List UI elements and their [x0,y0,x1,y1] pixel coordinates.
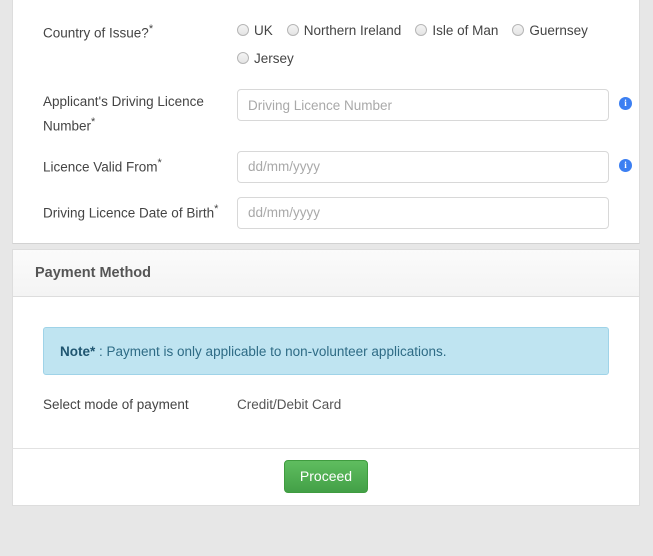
radio-circle-icon[interactable] [287,24,299,36]
licence-valid-from-label: Licence Valid From* [29,151,237,178]
radio-option-northern-ireland-label: Northern Ireland [304,23,402,38]
radio-circle-icon[interactable] [512,24,524,36]
licence-valid-from-required-asterisk: * [158,157,162,169]
proceed-button[interactable]: Proceed [284,460,368,493]
payment-note-alert: Note* : Payment is only applicable to no… [43,327,609,375]
country-of-issue-label: Country of Issue?* [29,17,237,44]
licence-number-label: Applicant's Driving Licence Number* [29,89,237,137]
licence-dob-control [237,197,623,229]
radio-circle-icon[interactable] [237,24,249,36]
licence-valid-from-label-text: Licence Valid From [43,159,158,174]
radio-circle-icon[interactable] [415,24,427,36]
licence-dob-input[interactable] [237,197,609,229]
licence-valid-from-input[interactable] [237,151,609,183]
radio-option-uk-label: UK [254,23,273,38]
form-footer: Proceed [12,448,640,506]
payment-mode-label: Select mode of payment [29,397,237,412]
licence-dob-label-text: Driving Licence Date of Birth [43,205,214,220]
payment-method-title: Payment Method [35,265,151,281]
info-icon[interactable]: i [619,97,632,110]
radio-option-jersey-label: Jersey [254,51,294,66]
country-of-issue-control: UK Northern Ireland Isle of Man Guernsey [237,17,623,75]
content-column: Country of Issue?* UK Northern Ireland I… [12,0,640,506]
radio-option-isle-of-man[interactable]: Isle of Man [415,19,498,43]
payment-note-strong: Note* [60,344,95,359]
radio-option-guernsey-label: Guernsey [529,23,588,38]
licence-dob-row: Driving Licence Date of Birth* [29,197,623,229]
licence-number-label-text: Applicant's Driving Licence Number [43,94,204,134]
radio-option-isle-of-man-label: Isle of Man [432,23,498,38]
licence-valid-from-control: i [237,151,632,183]
radio-circle-icon[interactable] [237,52,249,64]
radio-option-northern-ireland[interactable]: Northern Ireland [287,19,402,43]
info-icon[interactable]: i [619,159,632,172]
country-of-issue-row: Country of Issue?* UK Northern Ireland I… [29,17,623,75]
country-of-issue-radio-group[interactable]: UK Northern Ireland Isle of Man Guernsey [237,17,623,75]
licence-dob-label: Driving Licence Date of Birth* [29,197,237,224]
licence-valid-from-row: Licence Valid From* i [29,151,623,183]
payment-note-text: : Payment is only applicable to non-volu… [95,344,446,359]
payment-method-header: Payment Method [13,250,639,297]
payment-mode-row: Select mode of payment Credit/Debit Card [29,397,623,438]
licence-number-row: Applicant's Driving Licence Number* i [29,89,623,137]
licence-dob-required-asterisk: * [214,203,218,215]
driving-licence-panel: Country of Issue?* UK Northern Ireland I… [12,0,640,244]
radio-option-jersey[interactable]: Jersey [237,47,294,71]
payment-mode-value: Credit/Debit Card [237,397,341,412]
licence-number-input[interactable] [237,89,609,121]
licence-number-control: i [237,89,632,121]
payment-method-panel: Payment Method Note* : Payment is only a… [12,249,640,448]
country-of-issue-required-asterisk: * [149,23,153,35]
radio-option-guernsey[interactable]: Guernsey [512,19,588,43]
page-root: Country of Issue?* UK Northern Ireland I… [0,0,653,556]
payment-method-body: Note* : Payment is only applicable to no… [13,297,639,448]
radio-option-uk[interactable]: UK [237,19,273,43]
licence-number-required-asterisk: * [91,116,95,128]
country-of-issue-label-text: Country of Issue? [43,26,149,41]
